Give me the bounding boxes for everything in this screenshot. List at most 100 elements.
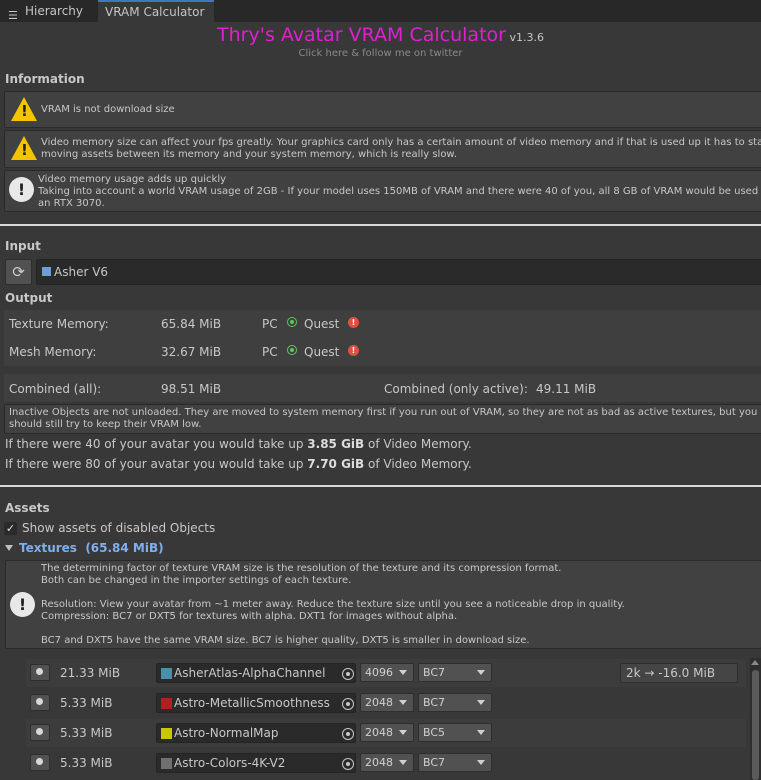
scrollbar-thumb[interactable] — [752, 670, 759, 780]
chevron-down-icon — [399, 730, 407, 735]
texture-field[interactable]: Astro-MetallicSmoothness — [156, 693, 356, 713]
show-disabled-checkbox[interactable]: ✓ — [4, 522, 17, 535]
select-texture-button[interactable] — [30, 694, 50, 711]
avatar-field[interactable]: Asher V6 — [36, 259, 761, 285]
texture-memory-row — [4, 310, 761, 338]
format-dropdown[interactable]: BC7 — [418, 663, 492, 682]
info-icon: ! — [10, 592, 35, 617]
tab-hierarchy[interactable]: ☰ Hierarchy — [0, 0, 98, 22]
page-title: Thry's Avatar VRAM Calculator v1.3.6 — [0, 24, 761, 46]
info-message-2: ! Video memory size can affect your fps … — [4, 130, 761, 168]
scrollbar-track[interactable] — [750, 658, 761, 780]
select-texture-button[interactable] — [30, 664, 50, 681]
chevron-down-icon — [477, 670, 485, 675]
suggestion-button[interactable]: 2k → -16.0 MiB — [620, 663, 738, 683]
assets-heading: Assets — [5, 501, 50, 515]
format-value: BC7 — [423, 696, 446, 709]
texture-size: 5.33 MiB — [60, 696, 113, 710]
textures-info-line: Both can be changed in the importer sett… — [41, 575, 352, 586]
textures-foldout[interactable]: Textures (65.84 MiB) — [19, 541, 164, 555]
format-value: BC5 — [423, 726, 446, 739]
divider — [0, 485, 761, 487]
mesh-memory-label: Mesh Memory: — [9, 345, 97, 359]
scroll-up-icon[interactable] — [751, 660, 759, 665]
object-picker-icon[interactable] — [342, 698, 354, 710]
chevron-down-icon — [477, 700, 485, 705]
mesh-memory-row — [4, 338, 761, 366]
texture-name: AsherAtlas-AlphaChannel — [174, 666, 326, 680]
avatar-icon — [42, 267, 51, 276]
title-text: Thry's Avatar VRAM Calculator — [217, 24, 506, 46]
avatar-name: Asher V6 — [54, 265, 109, 279]
texture-size: 5.33 MiB — [60, 756, 113, 770]
info-message-3-line2: Taking into account a world VRAM usage o… — [38, 186, 761, 197]
resolution-value: 2048 — [365, 756, 393, 769]
combined-active-label: Combined (only active): — [384, 382, 528, 396]
texture-size: 21.33 MiB — [60, 666, 121, 680]
info-message-1-text: VRAM is not download size — [41, 104, 175, 115]
texture-size: 5.33 MiB — [60, 726, 113, 740]
quest-label: Quest — [304, 317, 340, 331]
info-message-2-line1: Video memory size can affect your fps gr… — [41, 137, 761, 148]
chevron-down-icon[interactable] — [5, 545, 13, 551]
textures-info-box: ! The determining factor of texture VRAM… — [5, 560, 761, 649]
warning-icon: ! — [11, 136, 37, 160]
information-heading: Information — [5, 72, 85, 86]
texture-field[interactable]: AsherAtlas-AlphaChannel — [156, 663, 356, 683]
info-icon: ! — [9, 177, 34, 202]
resolution-dropdown[interactable]: 2048 — [360, 723, 414, 742]
format-value: BC7 — [423, 666, 446, 679]
texture-name: Astro-MetallicSmoothness — [174, 696, 330, 710]
pc-ok-icon — [287, 317, 297, 327]
texture-name: Astro-Colors-4K-V2 — [174, 756, 286, 770]
resolution-dropdown[interactable]: 4096 — [360, 663, 414, 682]
pc-label: PC — [262, 317, 278, 331]
combined-all-value: 98.51 MiB — [161, 382, 222, 396]
object-picker-icon[interactable] — [342, 668, 354, 680]
textures-info-line: BC7 and DXT5 have the same VRAM size. BC… — [41, 635, 530, 646]
format-value: BC7 — [423, 756, 446, 769]
divider — [0, 224, 761, 226]
texture-field[interactable]: Astro-Colors-4K-V2 — [156, 753, 356, 773]
warning-icon: ! — [11, 97, 37, 121]
format-dropdown[interactable]: BC5 — [418, 723, 492, 742]
select-texture-button[interactable] — [30, 754, 50, 771]
quest-error-icon: ! — [348, 317, 359, 328]
info-message-1: ! VRAM is not download size — [4, 91, 761, 128]
inactive-note-line1: Inactive Objects are not unloaded. They … — [9, 407, 758, 418]
texture-field[interactable]: Astro-NormalMap — [156, 723, 356, 743]
resolution-dropdown[interactable]: 2048 — [360, 753, 414, 772]
combined-active-value: 49.11 MiB — [536, 382, 597, 396]
chevron-down-icon — [399, 760, 407, 765]
resolution-dropdown[interactable]: 2048 — [360, 693, 414, 712]
object-picker-icon[interactable] — [342, 758, 354, 770]
resolution-value: 2048 — [365, 726, 393, 739]
tab-hierarchy-label: Hierarchy — [25, 4, 84, 18]
chevron-down-icon — [477, 760, 485, 765]
output-heading: Output — [5, 291, 53, 305]
texture-thumbnail — [161, 668, 172, 679]
info-message-2-line2: moving assets between its memory and you… — [41, 149, 457, 160]
format-dropdown[interactable]: BC7 — [418, 693, 492, 712]
combined-row — [4, 374, 761, 402]
texture-thumbnail — [161, 728, 172, 739]
texture-thumbnail — [161, 758, 172, 769]
quest-error-icon: ! — [348, 345, 359, 356]
twitter-link[interactable]: Click here & follow me on twitter — [0, 48, 761, 59]
texture-memory-value: 65.84 MiB — [161, 317, 222, 331]
tab-vram-calculator-label: VRAM Calculator — [105, 5, 205, 19]
mesh-memory-value: 32.67 MiB — [161, 345, 222, 359]
format-dropdown[interactable]: BC7 — [418, 753, 492, 772]
textures-info-line: Compression: BC7 or DXT5 for textures wi… — [41, 611, 458, 622]
inactive-note-line2: should still try to keep their VRAM low. — [9, 419, 202, 430]
suggestion-label: 2k → -16.0 MiB — [626, 666, 716, 680]
refresh-button[interactable]: ⟳ — [5, 259, 32, 285]
select-texture-button[interactable] — [30, 724, 50, 741]
tab-vram-calculator[interactable]: VRAM Calculator — [98, 0, 214, 22]
texture-memory-label: Texture Memory: — [9, 317, 109, 331]
chevron-down-icon — [477, 730, 485, 735]
object-picker-icon[interactable] — [342, 728, 354, 740]
summary-40: If there were 40 of your avatar you woul… — [5, 437, 472, 451]
texture-thumbnail — [161, 698, 172, 709]
texture-name: Astro-NormalMap — [174, 726, 279, 740]
